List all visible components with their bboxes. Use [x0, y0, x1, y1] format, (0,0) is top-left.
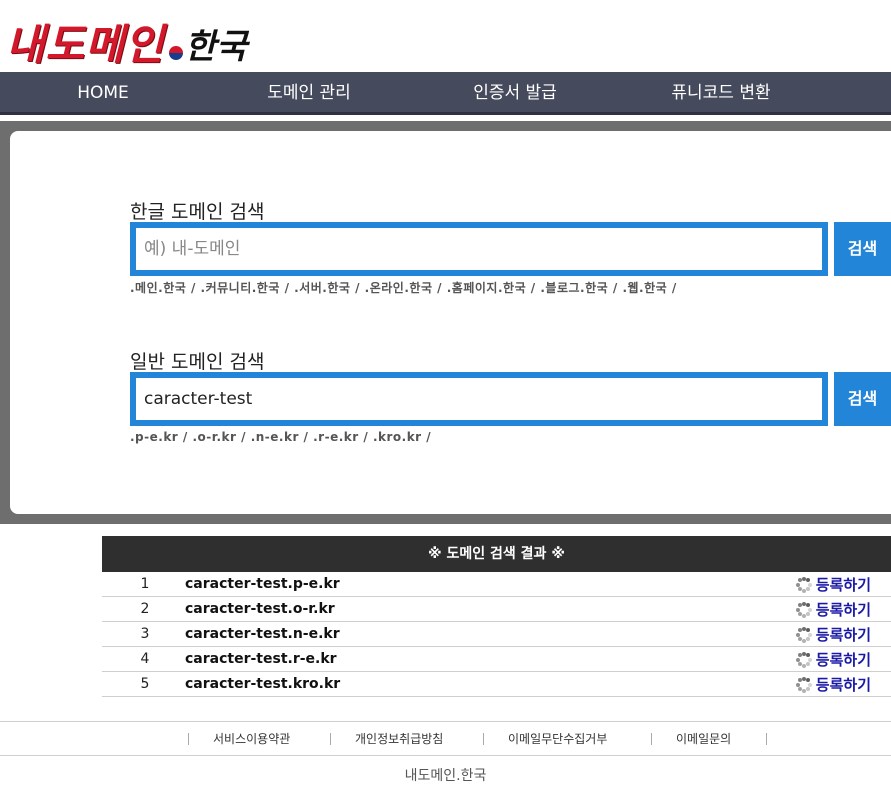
table-row: 2 caracter-test.o-r.kr 등록하기 — [102, 597, 891, 622]
loading-spinner-icon — [795, 676, 812, 693]
register-button[interactable]: 등록하기 — [795, 599, 871, 620]
register-label: 등록하기 — [815, 651, 871, 669]
general-tld-4[interactable]: .kro.kr — [373, 430, 422, 444]
footer-copyright: 내도메인.한국 — [404, 768, 487, 784]
row-number: 5 — [140, 676, 150, 692]
register-button[interactable]: 등록하기 — [795, 674, 871, 695]
row-number: 2 — [140, 601, 150, 617]
korean-tld-6[interactable]: .웹.한국 — [622, 281, 667, 295]
register-label: 등록하기 — [815, 626, 871, 644]
footer-link-email-contact[interactable]: 이메일문의 — [676, 722, 731, 756]
korean-search-title: 한글 도메인 검색 — [130, 201, 265, 223]
row-domain: caracter-test.r-e.kr — [185, 651, 337, 667]
korean-tld-2[interactable]: .서버.한국 — [294, 281, 350, 295]
logo-dot-icon — [168, 46, 183, 60]
footer-divider — [188, 733, 189, 745]
search-panel-frame: 한글 도메인 검색 검색 .메인.한국 / .커뮤니티.한국 / .서버.한국 … — [0, 121, 891, 524]
row-domain: caracter-test.p-e.kr — [185, 576, 340, 592]
nav-punycode-convert[interactable]: 퓨니코드 변환 — [650, 72, 792, 115]
row-domain: caracter-test.o-r.kr — [185, 601, 335, 617]
korean-search-button[interactable]: 검색 — [834, 222, 891, 276]
footer-divider — [483, 733, 484, 745]
general-tld-2[interactable]: .n-e.kr — [251, 430, 299, 444]
footer-divider — [330, 733, 331, 745]
korean-tld-list: .메인.한국 / .커뮤니티.한국 / .서버.한국 / .온라인.한국 / .… — [130, 281, 677, 295]
loading-spinner-icon — [795, 651, 812, 668]
korean-tld-3[interactable]: .온라인.한국 — [365, 281, 433, 295]
korean-search-box — [130, 222, 828, 276]
register-button[interactable]: 등록하기 — [795, 574, 871, 595]
row-number: 4 — [140, 651, 150, 667]
row-number: 3 — [140, 626, 150, 642]
logo-tld-text: 한국 — [184, 27, 248, 67]
general-search-box — [130, 372, 828, 426]
general-tld-1[interactable]: .o-r.kr — [192, 430, 236, 444]
site-logo[interactable]: 내도메인 한국 — [6, 12, 247, 70]
table-row: 3 caracter-test.n-e.kr 등록하기 — [102, 622, 891, 647]
table-row: 5 caracter-test.kro.kr 등록하기 — [102, 672, 891, 697]
main-nav: HOME 도메인 관리 인증서 발급 퓨니코드 변환 — [0, 72, 891, 115]
footer-links-bar: 서비스이용약관 개인정보취급방침 이메일무단수집거부 이메일문의 — [0, 721, 891, 756]
logo-text: 내도메인 — [6, 20, 165, 69]
general-search-input[interactable] — [136, 378, 822, 420]
register-button[interactable]: 등록하기 — [795, 624, 871, 645]
search-results-table: ※ 도메인 검색 결과 ※ 1 caracter-test.p-e.kr 등록하… — [102, 536, 891, 697]
register-label: 등록하기 — [815, 576, 871, 594]
table-row: 1 caracter-test.p-e.kr 등록하기 — [102, 572, 891, 597]
korean-search-input[interactable] — [136, 228, 822, 270]
footer-link-privacy[interactable]: 개인정보취급방침 — [355, 722, 443, 756]
loading-spinner-icon — [795, 626, 812, 643]
results-header: ※ 도메인 검색 결과 ※ — [102, 536, 891, 572]
footer-divider — [651, 733, 652, 745]
general-search-button[interactable]: 검색 — [834, 372, 891, 426]
loading-spinner-icon — [795, 601, 812, 618]
footer-divider — [766, 733, 767, 745]
general-tld-list: .p-e.kr / .o-r.kr / .n-e.kr / .r-e.kr / … — [130, 430, 432, 444]
loading-spinner-icon — [795, 576, 812, 593]
footer-link-email-refusal[interactable]: 이메일무단수집거부 — [508, 722, 607, 756]
search-panel: 한글 도메인 검색 검색 .메인.한국 / .커뮤니티.한국 / .서버.한국 … — [10, 131, 891, 514]
register-label: 등록하기 — [815, 601, 871, 619]
korean-tld-0[interactable]: .메인.한국 — [130, 281, 186, 295]
korean-tld-5[interactable]: .블로그.한국 — [540, 281, 608, 295]
row-domain: caracter-test.kro.kr — [185, 676, 341, 692]
general-tld-0[interactable]: .p-e.kr — [130, 430, 178, 444]
nav-domain-management[interactable]: 도메인 관리 — [244, 72, 374, 115]
register-label: 등록하기 — [815, 676, 871, 694]
korean-tld-1[interactable]: .커뮤니티.한국 — [201, 281, 280, 295]
korean-tld-4[interactable]: .홈페이지.한국 — [447, 281, 526, 295]
nav-home[interactable]: HOME — [58, 72, 148, 115]
footer-link-terms[interactable]: 서비스이용약관 — [213, 722, 290, 756]
general-tld-3[interactable]: .r-e.kr — [313, 430, 359, 444]
nav-certificate-issue[interactable]: 인증서 발급 — [450, 72, 580, 115]
register-button[interactable]: 등록하기 — [795, 649, 871, 670]
row-number: 1 — [140, 576, 150, 592]
general-search-title: 일반 도메인 검색 — [130, 351, 265, 373]
row-domain: caracter-test.n-e.kr — [185, 626, 340, 642]
table-row: 4 caracter-test.r-e.kr 등록하기 — [102, 647, 891, 672]
